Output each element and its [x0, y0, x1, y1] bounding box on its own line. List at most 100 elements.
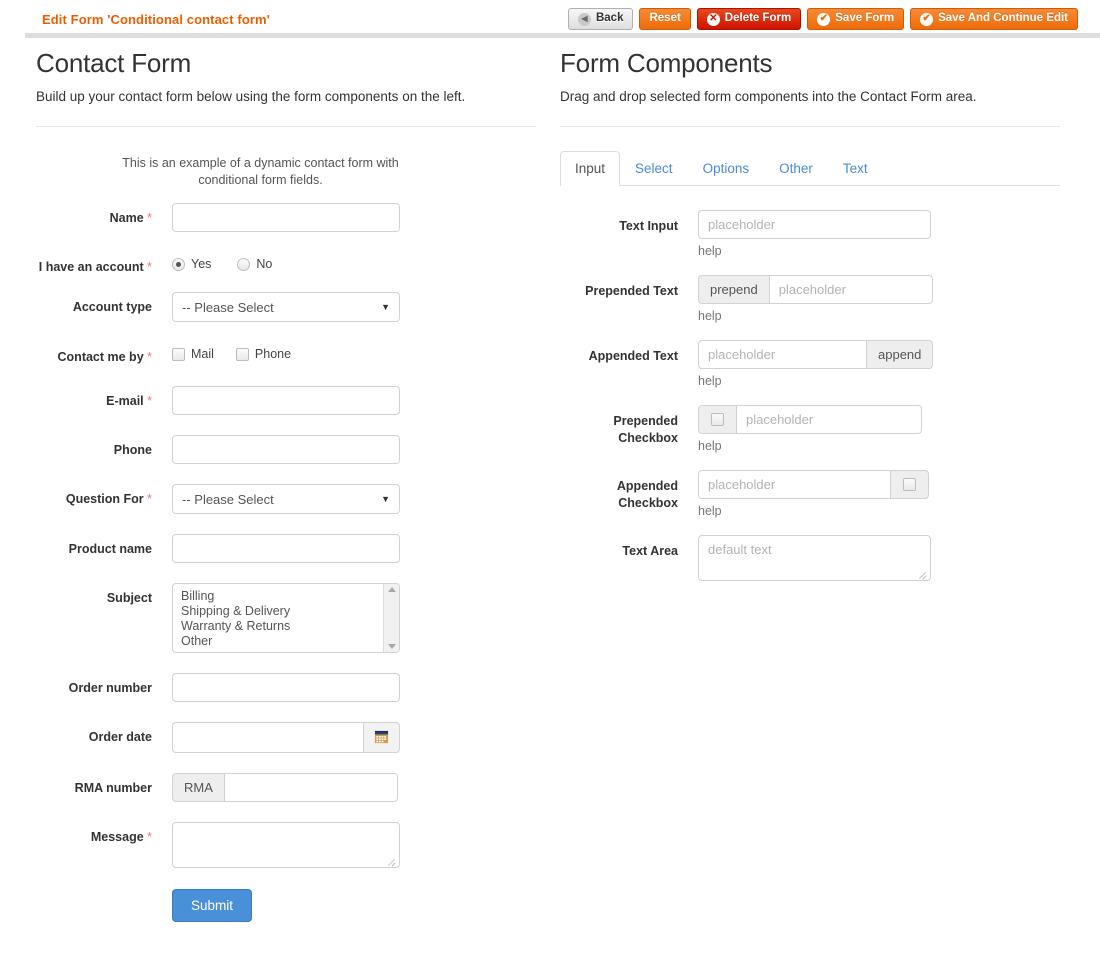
- prepended-text-label: Prepended Text: [585, 284, 678, 299]
- prepend-checkbox-addon[interactable]: [698, 405, 736, 435]
- text-input-field[interactable]: [698, 210, 931, 240]
- component-appended-text[interactable]: Appended Text append help: [560, 340, 1060, 388]
- checkbox-icon[interactable]: [711, 413, 724, 427]
- question-for-select[interactable]: -- Please Select ▼: [172, 484, 400, 514]
- field-row-order-number: Order number: [36, 673, 536, 702]
- check-circle-icon: ✔: [920, 12, 934, 26]
- scroll-down-icon[interactable]: [387, 644, 396, 649]
- append-checkbox-addon[interactable]: [891, 470, 929, 500]
- name-input[interactable]: [172, 203, 400, 232]
- delete-form-button[interactable]: ✕ Delete Form: [696, 8, 802, 30]
- submit-button[interactable]: Submit: [172, 889, 253, 922]
- email-input[interactable]: [172, 386, 400, 415]
- name-label: Name *: [109, 211, 152, 225]
- listbox-scrollbar[interactable]: [383, 584, 399, 652]
- appended-checkbox-label: Appended Checkbox: [616, 479, 678, 511]
- form-components-panel: Form Components Drag and drop selected f…: [560, 48, 1060, 603]
- delete-form-button-label: Delete Form: [724, 12, 792, 25]
- field-row-product-name: Product name: [36, 534, 536, 563]
- tab-input[interactable]: Input: [560, 151, 621, 187]
- account-type-value: -- Please Select: [182, 299, 274, 315]
- contact-form-heading: Contact Form: [36, 48, 192, 78]
- text-area-field[interactable]: [698, 535, 931, 582]
- field-row-question-for: Question For * -- Please Select ▼: [36, 484, 536, 514]
- scroll-up-icon[interactable]: [387, 587, 396, 592]
- contact-form-panel: Contact Form Build up your contact form …: [36, 48, 536, 942]
- tab-select[interactable]: Select: [620, 151, 688, 186]
- prepended-checkbox-label: Prepended Checkbox: [613, 414, 678, 446]
- appended-text-label: Appended Text: [588, 349, 678, 364]
- tab-text[interactable]: Text: [828, 151, 883, 186]
- appended-checkbox-field[interactable]: [698, 470, 891, 500]
- checkbox-icon[interactable]: [903, 478, 916, 492]
- field-row-rma-number: RMA number RMA: [36, 773, 536, 802]
- order-number-input[interactable]: [172, 673, 400, 702]
- prepend-addon: prepend: [698, 275, 769, 305]
- field-row-submit: Submit: [36, 889, 536, 922]
- list-item[interactable]: Billing: [173, 589, 399, 604]
- prepended-checkbox-help: help: [698, 439, 722, 454]
- radio-have-account-yes[interactable]: Yes: [172, 257, 211, 271]
- checkbox-icon: [235, 347, 249, 361]
- calendar-icon: [374, 730, 389, 744]
- required-marker: *: [143, 492, 152, 506]
- radio-icon-selected: [172, 257, 185, 271]
- question-for-label: Question For *: [65, 492, 152, 506]
- checkbox-contact-mail[interactable]: Mail: [172, 347, 214, 361]
- appended-text-field[interactable]: [698, 340, 867, 370]
- prepended-text-field[interactable]: [768, 275, 933, 305]
- rma-number-group: RMA: [172, 773, 398, 802]
- form-components-divider: [560, 126, 1060, 127]
- chevron-down-icon: ▼: [381, 302, 390, 312]
- radio-icon: [237, 257, 251, 271]
- message-textarea[interactable]: [172, 822, 400, 868]
- save-and-continue-button[interactable]: ✔ Save And Continue Edit: [910, 8, 1078, 30]
- phone-input[interactable]: [172, 435, 400, 464]
- field-row-email: E-mail *: [36, 386, 536, 415]
- field-row-account-type: Account type -- Please Select ▼: [36, 292, 536, 322]
- tab-other[interactable]: Other: [764, 151, 828, 186]
- prepended-checkbox-field[interactable]: [736, 405, 922, 435]
- contact-form-intro: This is an example of a dynamic contact …: [122, 156, 399, 187]
- have-account-label: I have an account *: [38, 260, 152, 274]
- order-date-input[interactable]: [172, 722, 364, 753]
- rma-number-label: RMA number: [74, 781, 152, 795]
- component-prepended-checkbox[interactable]: Prepended Checkbox help: [560, 405, 1060, 453]
- check-circle-icon: ✔: [817, 12, 831, 26]
- reset-button[interactable]: Reset: [639, 8, 691, 30]
- subject-listbox[interactable]: Billing Shipping & Delivery Warranty & R…: [172, 583, 400, 653]
- save-form-button-label: Save Form: [835, 12, 895, 25]
- reset-button-label: Reset: [649, 12, 681, 25]
- form-components-heading: Form Components: [560, 48, 773, 78]
- appended-checkbox-help: help: [698, 504, 722, 519]
- back-button[interactable]: ◀ Back: [567, 8, 634, 30]
- calendar-picker-button[interactable]: [364, 722, 400, 753]
- subject-label: Subject: [106, 591, 152, 605]
- list-item[interactable]: Warranty & Returns: [173, 619, 399, 634]
- page-title: Edit Form 'Conditional contact form': [42, 12, 270, 27]
- field-row-phone: Phone: [36, 435, 536, 464]
- list-item[interactable]: Shipping & Delivery: [173, 604, 399, 619]
- field-row-contact-me-by: Contact me by * Mail Phone: [36, 342, 536, 366]
- account-type-select[interactable]: -- Please Select ▼: [172, 292, 400, 322]
- checkbox-contact-phone[interactable]: Phone: [235, 347, 291, 361]
- component-prepended-text[interactable]: Prepended Text prepend help: [560, 275, 1060, 323]
- rma-number-input[interactable]: [223, 773, 398, 802]
- message-label: Message *: [90, 830, 152, 844]
- header-toolbar: ◀ Back Reset ✕ Delete Form ✔ Save Form ✔…: [567, 8, 1078, 30]
- component-text-area[interactable]: Text Area: [560, 535, 1060, 586]
- tab-options[interactable]: Options: [688, 151, 765, 186]
- required-marker: *: [143, 394, 152, 408]
- component-appended-checkbox[interactable]: Appended Checkbox help: [560, 470, 1060, 518]
- list-item[interactable]: Other: [173, 634, 399, 649]
- field-row-message: Message *: [36, 822, 536, 873]
- content-area: Contact Form Build up your contact form …: [0, 38, 1100, 922]
- save-form-button[interactable]: ✔ Save Form: [807, 8, 905, 30]
- product-name-input[interactable]: [172, 534, 400, 563]
- prepended-text-group: prepend: [698, 275, 933, 305]
- component-tabs: Input Select Options Other Text: [560, 151, 1060, 187]
- prepended-text-help: help: [698, 309, 722, 324]
- account-type-label: Account type: [72, 300, 152, 314]
- radio-have-account-no[interactable]: No: [237, 257, 272, 271]
- component-text-input[interactable]: Text Input help: [560, 210, 1060, 258]
